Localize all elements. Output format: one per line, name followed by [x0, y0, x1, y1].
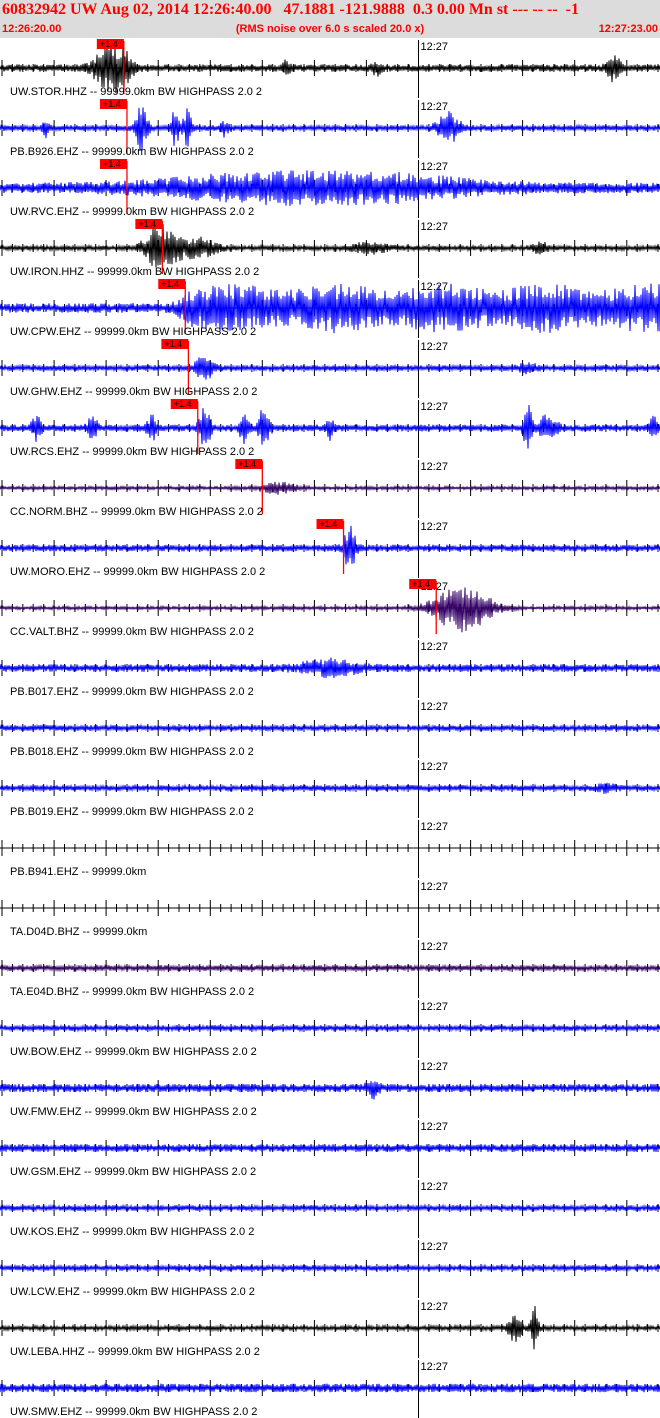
phase-pick-label: +1.4	[161, 279, 179, 289]
minute-marker-label: 12:27	[421, 101, 449, 113]
waveform-trace	[0, 1023, 660, 1033]
trace-label: CC.NORM.BHZ -- 99999.0km BW HIGHPASS 2.0…	[10, 506, 263, 518]
phase-pick-label: +1.4	[164, 339, 182, 349]
trace-label: UW.BOW.EHZ -- 99999.0km BW HIGHPASS 2.0 …	[10, 1046, 257, 1058]
phase-pick-label: +1.4	[320, 519, 338, 529]
phase-pick-label: +1.4	[138, 219, 156, 229]
trace-label: UW.CPW.EHZ -- 99999.0km BW HIGHPASS 2.0 …	[10, 326, 256, 338]
minute-marker-label: 12:27	[421, 281, 449, 293]
waveform-trace	[0, 107, 660, 152]
trace-label: PB.B017.EHZ -- 99999.0km BW HIGHPASS 2.0…	[10, 686, 254, 698]
waveform-trace	[0, 723, 660, 733]
trace-label: UW.FMW.EHZ -- 99999.0km BW HIGHPASS 2.0 …	[10, 1106, 257, 1118]
minute-marker-label: 12:27	[421, 161, 449, 173]
minute-marker-label: 12:27	[421, 521, 449, 533]
trace-label: PB.B926.EHZ -- 99999.0km BW HIGHPASS 2.0…	[10, 146, 254, 158]
minute-marker-label: 12:27	[421, 941, 449, 953]
trace-label: UW.GHW.EHZ -- 99999.0km BW HIGHPASS 2.0 …	[10, 386, 257, 398]
phase-pick-label: +1.4	[103, 99, 121, 109]
trace-label: CC.VALT.BHZ -- 99999.0km BW HIGHPASS 2.0…	[10, 626, 254, 638]
minute-marker-label: 12:27	[421, 821, 449, 833]
waveform-trace	[0, 404, 660, 449]
seismogram-plot: 12:27+1.4UW.STOR.HHZ -- 99999.0km BW HIG…	[0, 39, 660, 1418]
phase-pick-label: +1.4	[238, 459, 256, 469]
trace-label: UW.MORO.EHZ -- 99999.0km BW HIGHPASS 2.0…	[10, 566, 265, 578]
trace-label: PB.B019.EHZ -- 99999.0km BW HIGHPASS 2.0…	[10, 806, 254, 818]
minute-marker-label: 12:27	[421, 221, 449, 233]
trace-label: UW.SMW.EHZ -- 99999.0km BW HIGHPASS 2.0 …	[10, 1406, 257, 1418]
trace-label: PB.B941.EHZ -- 99999.0km	[10, 866, 146, 878]
trace-label: UW.KOS.EHZ -- 99999.0km BW HIGHPASS 2.0 …	[10, 1226, 254, 1238]
trace-label: UW.RCS.EHZ -- 99999.0km BW HIGHPASS 2.0 …	[10, 446, 254, 458]
waveform-trace	[0, 657, 660, 679]
minute-marker-label: 12:27	[421, 1241, 449, 1253]
end-time-label: 12:27:23.00	[598, 23, 658, 35]
scale-note: (RMS noise over 6.0 s scaled 20.0 x)	[235, 23, 425, 35]
minute-marker-label: 12:27	[421, 761, 449, 773]
trace-label: UW.LCW.EHZ -- 99999.0km BW HIGHPASS 2.0 …	[10, 1286, 255, 1298]
trace-label: TA.D04D.BHZ -- 99999.0km	[10, 926, 147, 938]
minute-marker-label: 12:27	[421, 1121, 449, 1133]
phase-pick-label: +1.4	[100, 39, 118, 49]
minute-marker-label: 12:27	[421, 1361, 449, 1373]
minute-marker-label: 12:27	[421, 461, 449, 473]
header-bar: 60832942 UW Aug 02, 2014 12:26:40.00 47.…	[0, 0, 660, 38]
trace-label: UW.RVC.EHZ -- 99999.0km BW HIGHPASS 2.0 …	[10, 206, 254, 218]
minute-marker-label: 12:27	[421, 641, 449, 653]
phase-pick-label: +1.4	[412, 579, 430, 589]
trace-label: UW.GSM.EHZ -- 99999.0km BW HIGHPASS 2.0 …	[10, 1166, 256, 1178]
waveform-trace	[0, 223, 660, 268]
trace-label: UW.LEBA.HHZ -- 99999.0km BW HIGHPASS 2.0…	[10, 1346, 260, 1358]
phase-pick-label: +1.4	[103, 159, 121, 169]
minute-marker-label: 12:27	[421, 401, 449, 413]
phase-pick-label: +1.4	[174, 399, 192, 409]
minute-marker-label: 12:27	[421, 1001, 449, 1013]
trace-label: UW.STOR.HHZ -- 99999.0km BW HIGHPASS 2.0…	[10, 86, 262, 98]
minute-marker-label: 12:27	[421, 1181, 449, 1193]
waveform-trace	[0, 1081, 660, 1100]
trace-label: PB.B018.EHZ -- 99999.0km BW HIGHPASS 2.0…	[10, 746, 254, 758]
minute-marker-label: 12:27	[421, 341, 449, 353]
minute-marker-label: 12:27	[421, 1061, 449, 1073]
trace-label: UW.IRON.HHZ -- 99999.0km BW HIGHPASS 2.0…	[10, 266, 259, 278]
minute-marker-label: 12:27	[421, 1301, 449, 1313]
trace-label: TA.E04D.BHZ -- 99999.0km BW HIGHPASS 2.0…	[10, 986, 254, 998]
minute-marker-label: 12:27	[421, 701, 449, 713]
minute-marker-label: 12:27	[421, 881, 449, 893]
waveform-trace	[0, 1263, 660, 1273]
minute-marker-label: 12:27	[421, 41, 449, 53]
waveform-trace	[0, 525, 660, 565]
event-title: 60832942 UW Aug 02, 2014 12:26:40.00 47.…	[2, 1, 579, 18]
